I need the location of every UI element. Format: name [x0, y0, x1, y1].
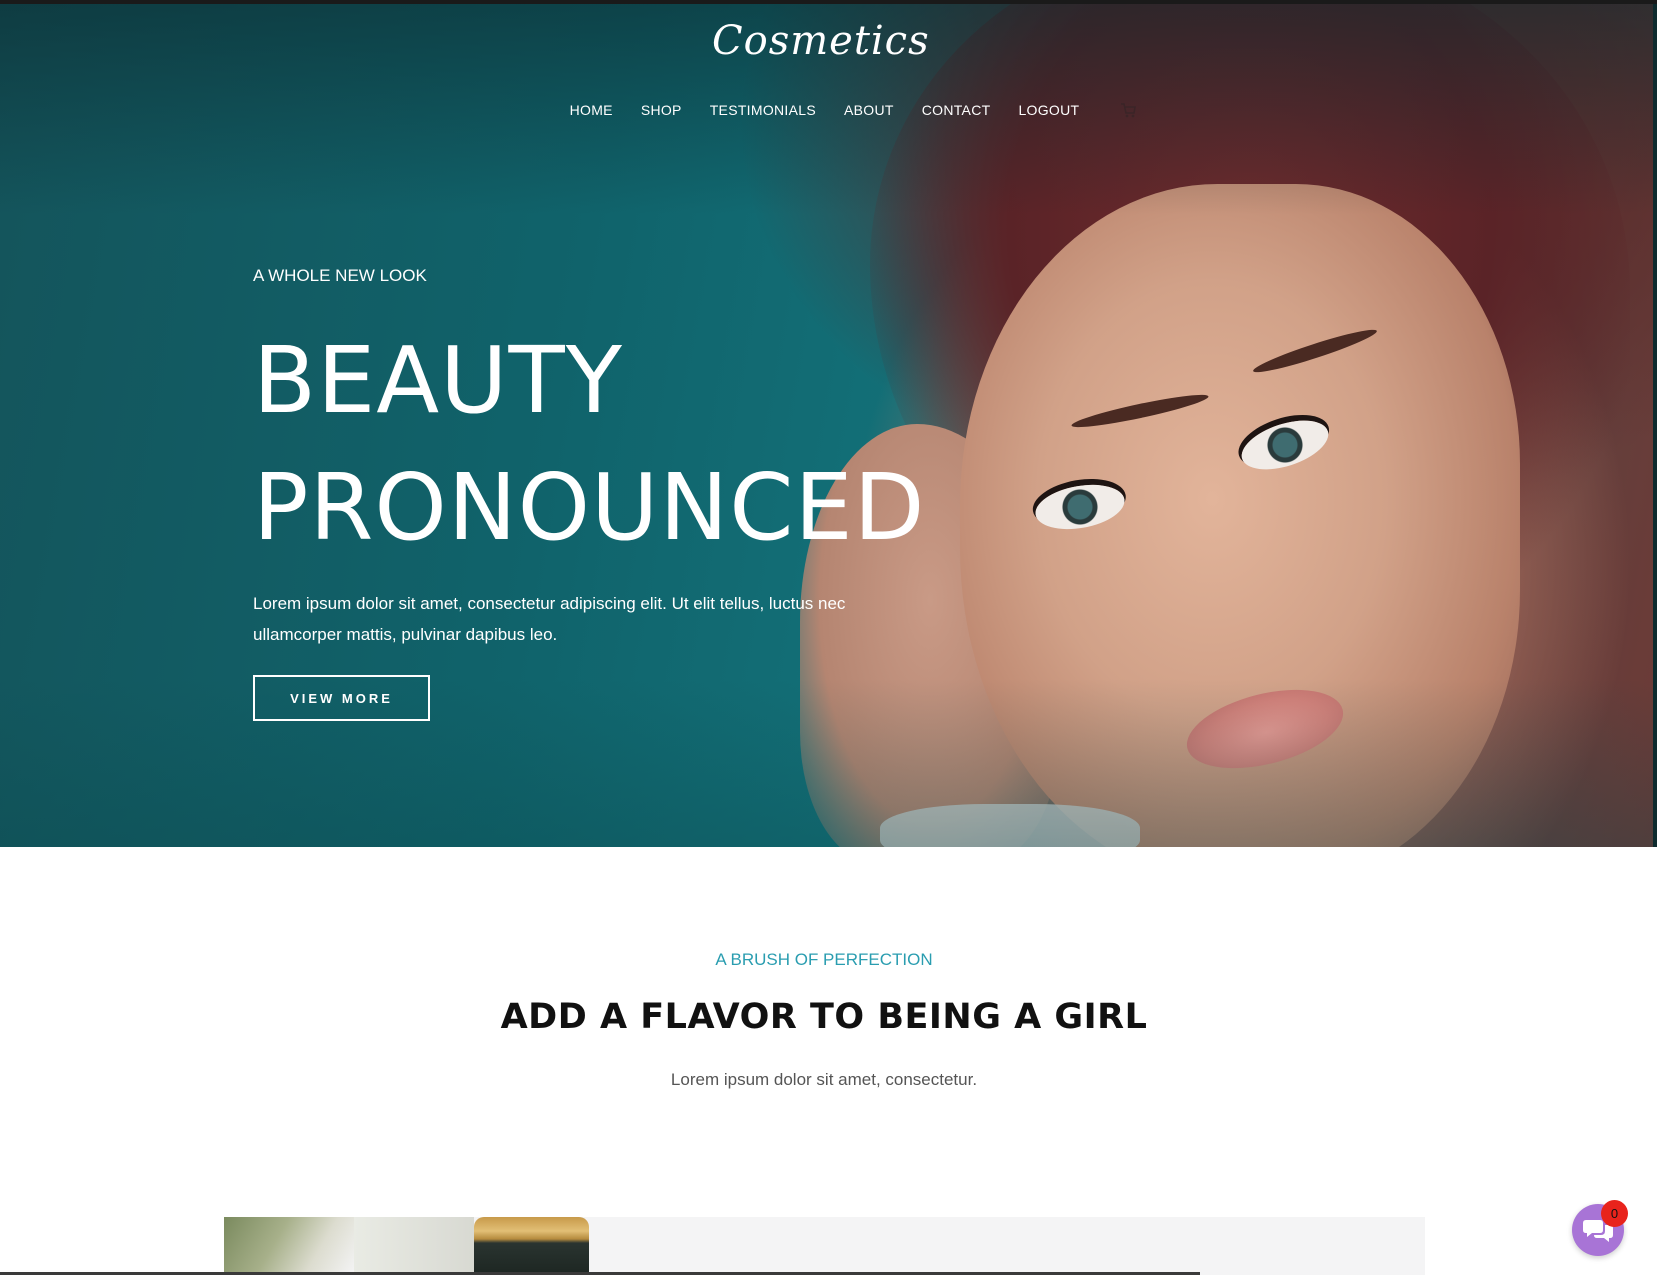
product-image-bottle: [474, 1217, 589, 1275]
section-subtitle: Lorem ipsum dolor sit amet, consectetur.: [670, 1070, 978, 1089]
section-kicker: A BRUSH OF PERFECTION: [715, 950, 933, 969]
site-logo[interactable]: Cosmetics: [712, 18, 929, 68]
hero-description: Lorem ipsum dolor sit amet, consectetur …: [253, 594, 846, 644]
chat-badge: 0: [1601, 1200, 1628, 1227]
product-image-leaves: [224, 1217, 354, 1275]
nav-shop[interactable]: SHOP: [641, 102, 682, 118]
nav-logout[interactable]: LOGOUT: [1018, 102, 1079, 118]
nav-items: HOME SHOP TESTIMONIALS ABOUT CONTACT LOG…: [556, 101, 1138, 119]
nav-about[interactable]: ABOUT: [844, 102, 894, 118]
nav-testimonials[interactable]: TESTIMONIALS: [710, 102, 816, 118]
product-image-strip: [224, 1217, 1425, 1275]
view-more-button[interactable]: VIEW MORE: [253, 675, 430, 721]
scrollbar[interactable]: [1653, 4, 1657, 847]
hero-banner: [0, 4, 1653, 847]
cart-icon[interactable]: [1119, 101, 1137, 119]
product-image-background: [354, 1217, 474, 1275]
section-title: ADD A FLAVOR TO BEING A GIRL: [500, 997, 1148, 1037]
hero-headline-line1: BEAUTY: [253, 327, 623, 434]
nav-contact[interactable]: CONTACT: [922, 102, 991, 118]
hero-headline-line2: PRONOUNCED: [253, 454, 926, 561]
intro-section: A BRUSH OF PERFECTION ADD A FLAVOR TO BE…: [0, 847, 1657, 1275]
nav-home[interactable]: HOME: [570, 102, 613, 118]
main-nav: HOME SHOP TESTIMONIALS ABOUT CONTACT LOG…: [0, 101, 1653, 119]
hero-photo-sweater: [880, 804, 1140, 847]
hero-eyebrow: A WHOLE NEW LOOK: [253, 266, 427, 285]
